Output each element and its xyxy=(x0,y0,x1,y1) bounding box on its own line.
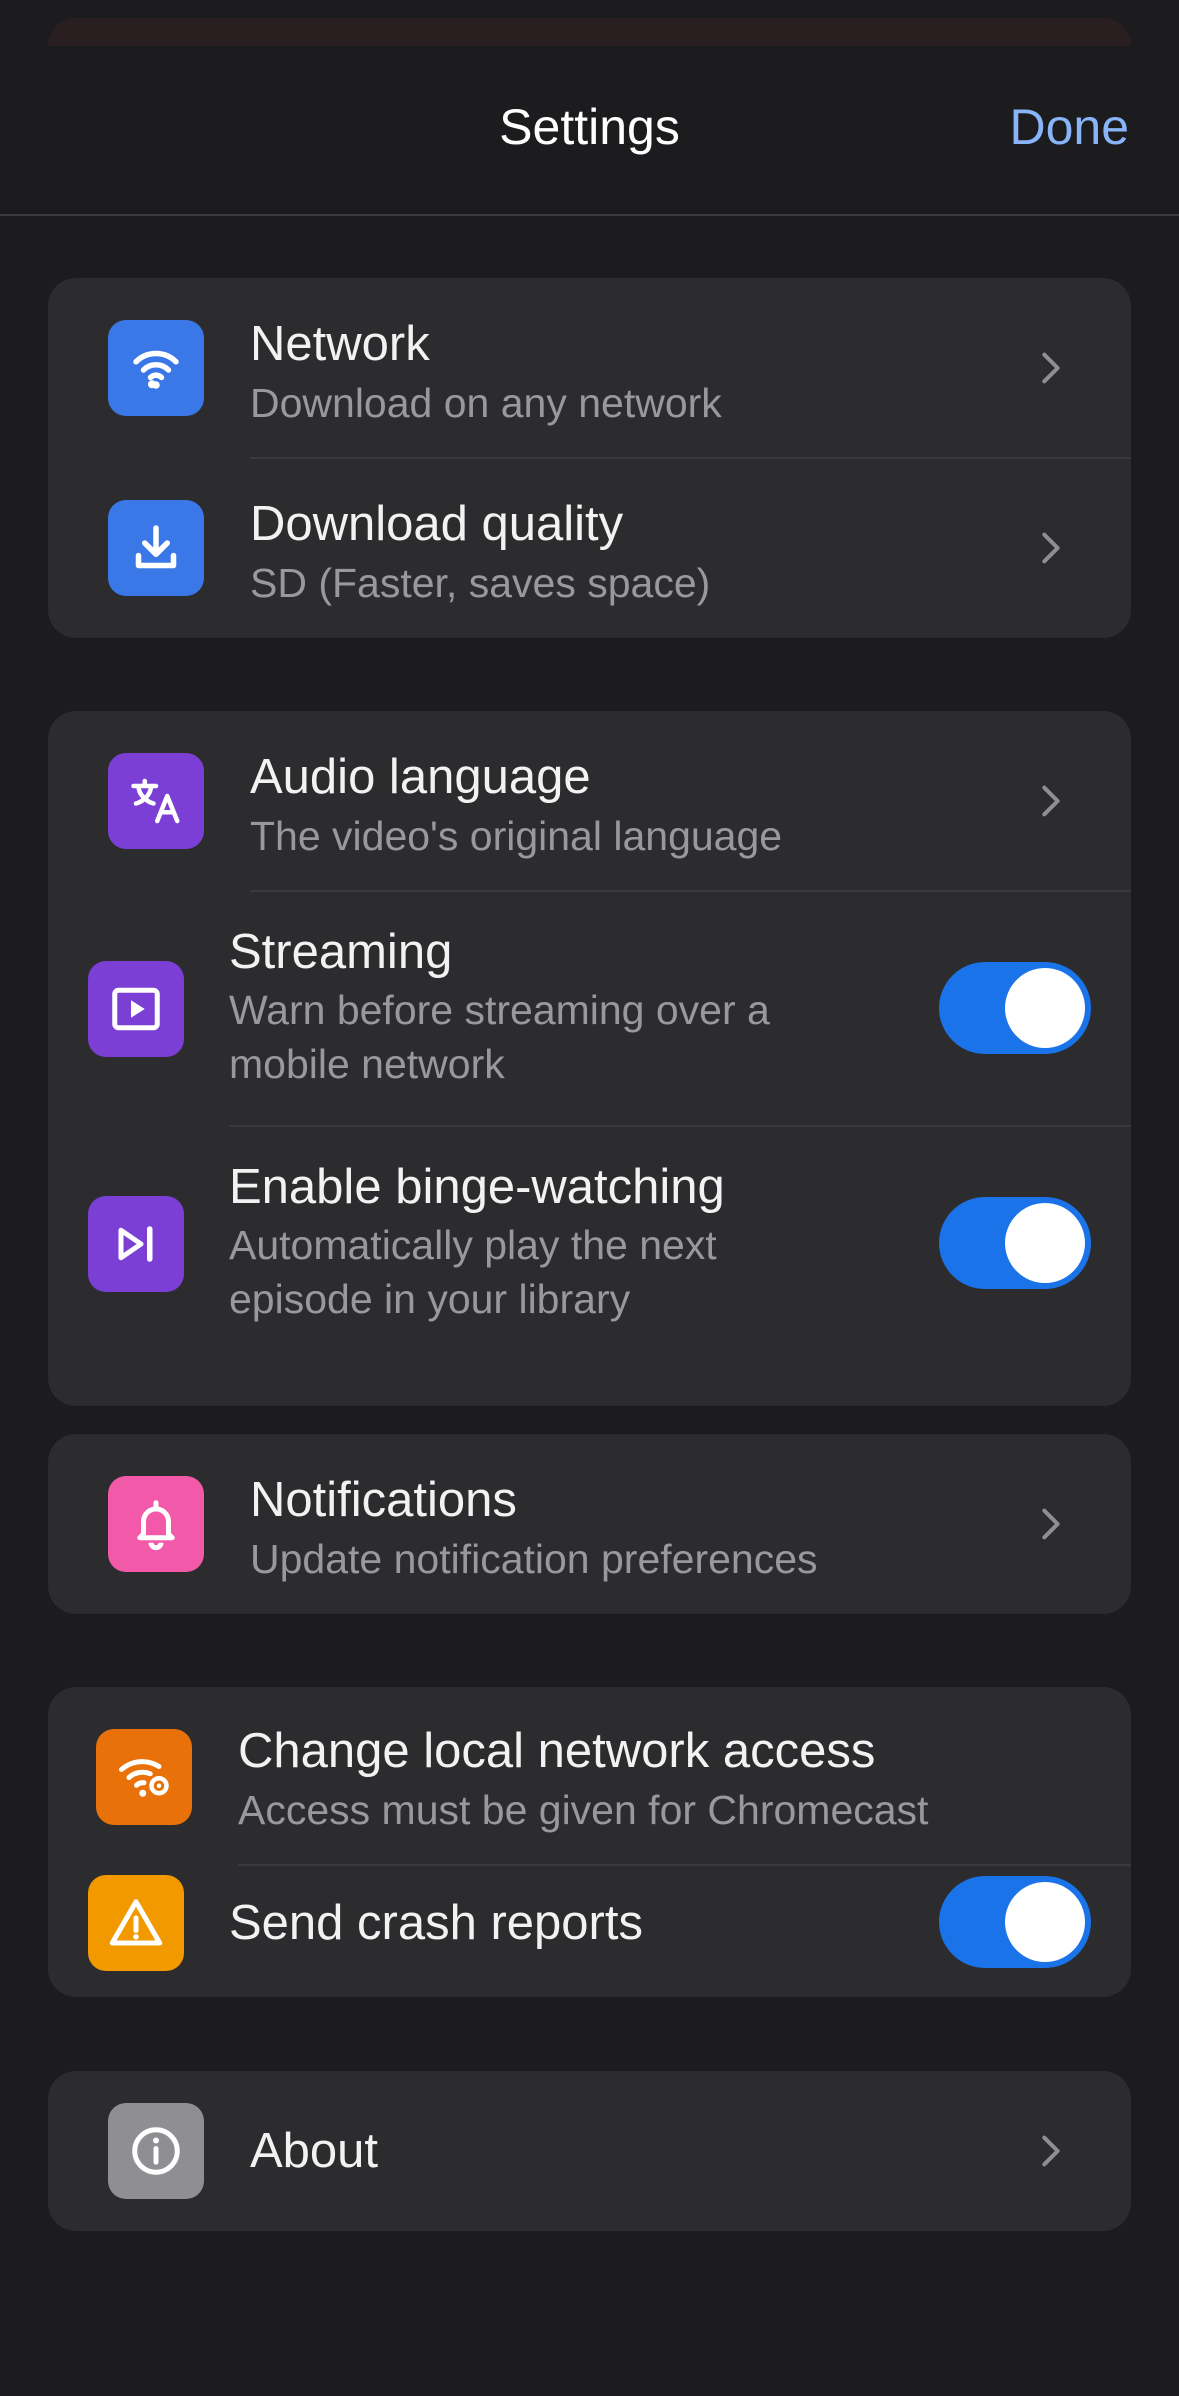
streaming-row: Streaming Warn before streaming over a m… xyxy=(48,891,1131,1126)
crash-reports-toggle[interactable] xyxy=(939,1876,1091,1968)
chevron-right-icon xyxy=(1042,1508,1060,1540)
notifications-sub: Update notification preferences xyxy=(250,1536,818,1582)
audio-language-sub: The video's original language xyxy=(250,813,783,859)
header: Settings Done xyxy=(0,46,1179,216)
toggle-knob xyxy=(1005,1882,1085,1962)
local-network-label: Change local network access xyxy=(238,1724,876,1778)
binge-watching-row: Enable binge-watching Automatically play… xyxy=(48,1126,1131,1361)
local-network-row[interactable]: Change local network access Access must … xyxy=(48,1687,1131,1865)
about-group: About xyxy=(48,2071,1131,2231)
about-row[interactable]: About xyxy=(48,2071,1131,2231)
system-group: Change local network access Access must … xyxy=(48,1687,1131,1997)
warning-icon xyxy=(88,1875,184,1971)
chevron-right-icon xyxy=(1042,352,1060,384)
streaming-label: Streaming xyxy=(229,925,453,979)
skip-next-icon xyxy=(88,1196,184,1292)
binge-watching-sub: Automatically play the next episode in y… xyxy=(229,1222,717,1322)
binge-watching-label: Enable binge-watching xyxy=(229,1160,725,1214)
downloads-group: Network Download on any network Download… xyxy=(48,278,1131,638)
toggle-knob xyxy=(1005,1203,1085,1283)
toggle-knob xyxy=(1005,968,1085,1048)
download-quality-sub: SD (Faster, saves space) xyxy=(250,560,711,606)
play-icon xyxy=(88,961,184,1057)
notifications-label: Notifications xyxy=(250,1473,517,1527)
info-icon xyxy=(108,2103,204,2199)
audio-language-row[interactable]: Audio language The video's original lang… xyxy=(48,711,1131,891)
bell-icon xyxy=(108,1476,204,1572)
network-label: Network xyxy=(250,317,430,371)
chevron-right-icon xyxy=(1042,2135,1060,2167)
download-quality-label: Download quality xyxy=(250,497,624,551)
download-icon xyxy=(108,500,204,596)
streaming-sub: Warn before streaming over a mobile netw… xyxy=(229,987,770,1087)
notifications-group: Notifications Update notification prefer… xyxy=(48,1434,1131,1614)
crash-reports-row: Send crash reports xyxy=(48,1865,1131,1997)
translate-icon xyxy=(108,753,204,849)
crash-reports-label: Send crash reports xyxy=(229,1896,643,1950)
page-title: Settings xyxy=(499,99,680,155)
wifi-icon xyxy=(108,320,204,416)
notifications-row[interactable]: Notifications Update notification prefer… xyxy=(48,1434,1131,1614)
download-quality-row[interactable]: Download quality SD (Faster, saves space… xyxy=(48,458,1131,638)
binge-watching-toggle[interactable] xyxy=(939,1197,1091,1289)
settings-sheet: Settings Done Network Download on any ne… xyxy=(0,46,1179,2396)
chevron-right-icon xyxy=(1042,785,1060,817)
wifi-settings-icon xyxy=(96,1729,192,1825)
chevron-right-icon xyxy=(1042,532,1060,564)
done-button[interactable]: Done xyxy=(1009,98,1129,156)
network-row[interactable]: Network Download on any network xyxy=(48,278,1131,458)
streaming-toggle[interactable] xyxy=(939,962,1091,1054)
network-sub: Download on any network xyxy=(250,380,722,426)
playback-group: Audio language The video's original lang… xyxy=(48,711,1131,1406)
about-label: About xyxy=(250,2124,379,2178)
local-network-sub: Access must be given for Chromecast xyxy=(238,1787,929,1833)
audio-language-label: Audio language xyxy=(250,750,591,804)
